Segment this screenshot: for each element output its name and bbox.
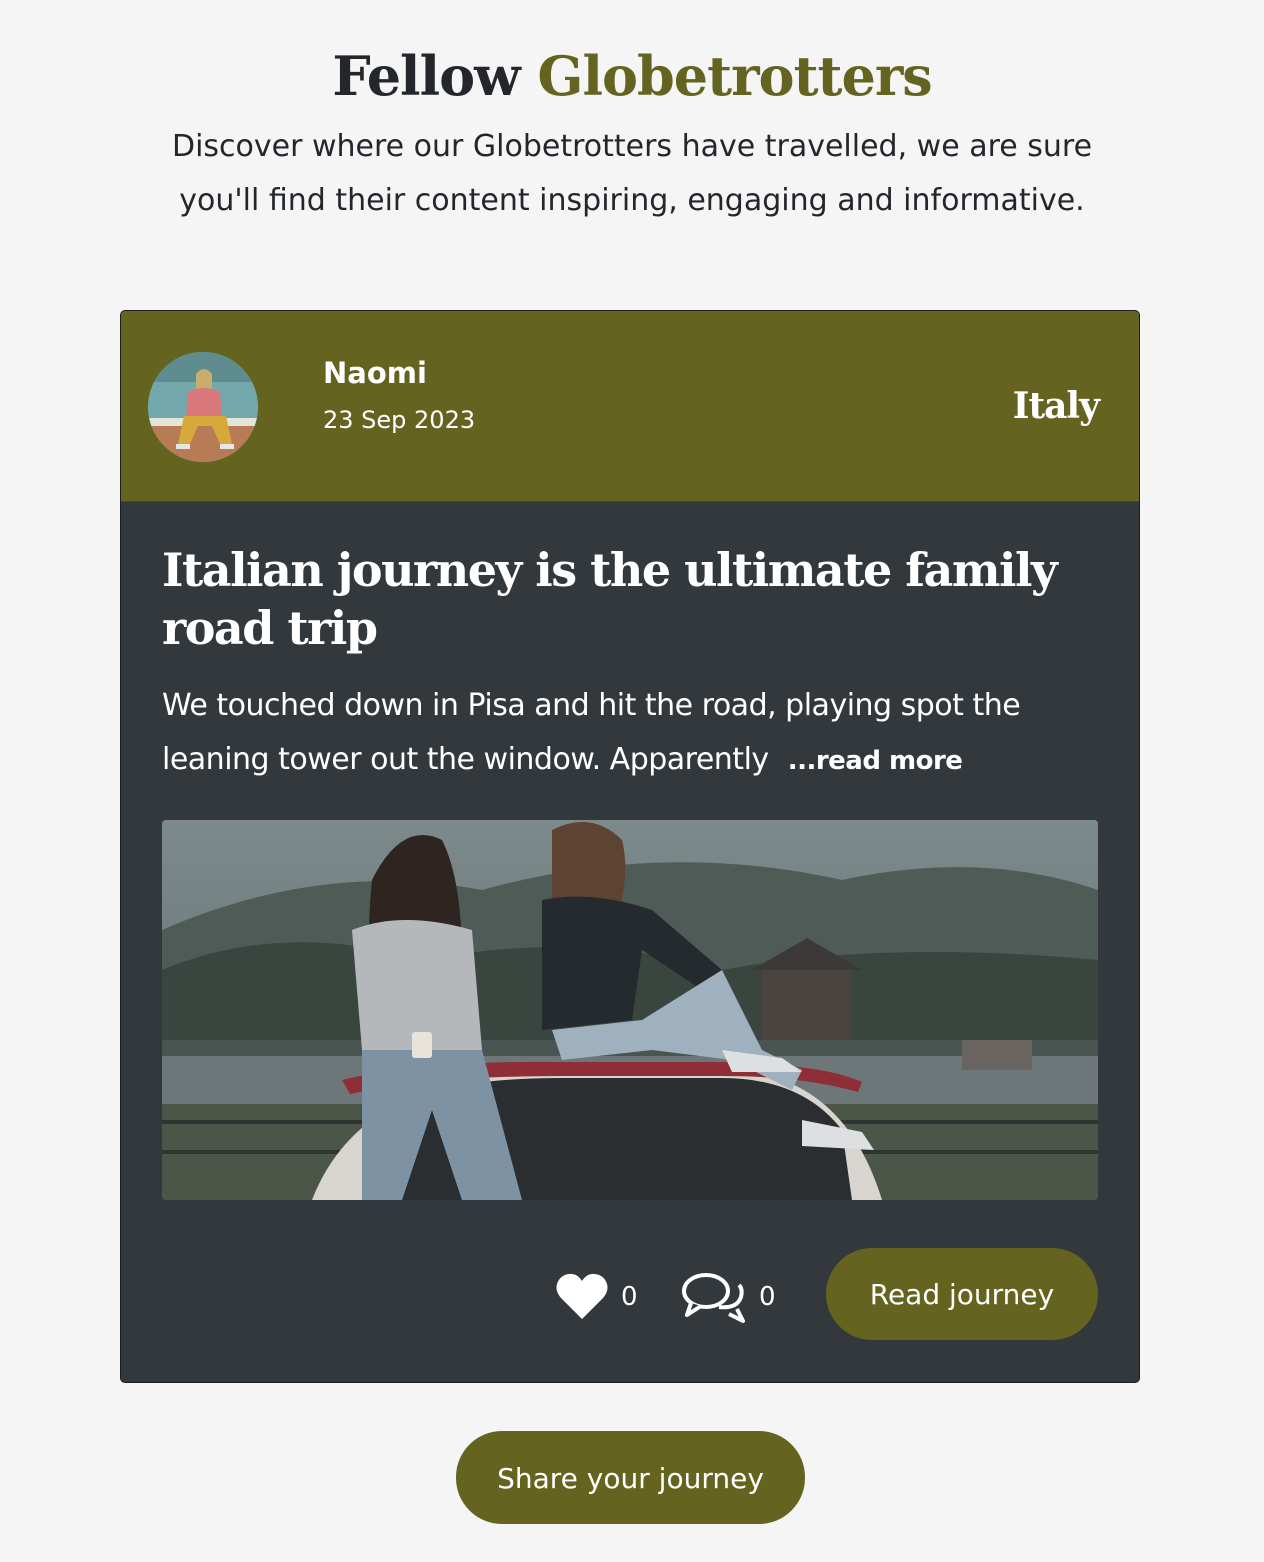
comments-count: 0 — [759, 1282, 776, 1312]
post-photo — [162, 820, 1098, 1200]
page-title-accent: Globetrotters — [537, 44, 932, 108]
page-title: Fellow Globetrotters — [0, 36, 1264, 116]
post-title[interactable]: Italian journey is the ultimate family r… — [162, 541, 1102, 657]
post-excerpt: We touched down in Pisa and hit the road… — [162, 679, 1102, 788]
read-journey-button[interactable]: Read journey — [826, 1248, 1098, 1340]
likes-count: 0 — [621, 1282, 638, 1312]
comments-icon — [682, 1273, 745, 1323]
post-date: 23 Sep 2023 — [323, 406, 476, 434]
road-trip-photo-icon — [162, 820, 1098, 1200]
page-title-plain: Fellow — [332, 44, 520, 108]
author-avatar[interactable] — [148, 352, 258, 462]
share-journey-button[interactable]: Share your journey — [456, 1431, 805, 1524]
card-header: Naomi 23 Sep 2023 Italy — [121, 311, 1139, 502]
user-avatar-photo-icon — [148, 352, 258, 462]
heart-icon — [556, 1273, 608, 1319]
likes[interactable]: 0 — [555, 1269, 638, 1325]
read-more-link[interactable]: ...read more — [788, 746, 963, 776]
journey-card: Naomi 23 Sep 2023 Italy Italian journey … — [120, 310, 1140, 1383]
author-name[interactable]: Naomi — [323, 353, 427, 393]
page-intro: Discover where our Globetrotters have tr… — [171, 129, 1093, 218]
comments[interactable]: 0 — [681, 1269, 776, 1325]
country-label: Italy — [1012, 385, 1100, 427]
